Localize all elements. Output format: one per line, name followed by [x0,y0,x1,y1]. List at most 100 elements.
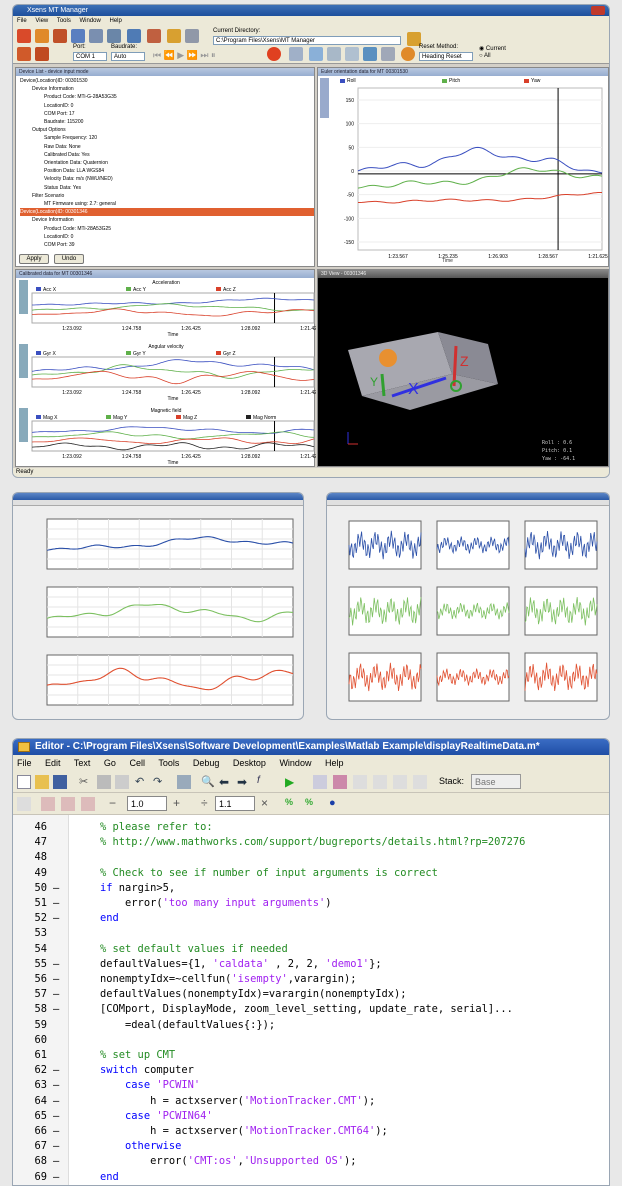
eval-cell-icon[interactable] [41,797,55,811]
breakpoint-icon[interactable] [313,775,327,789]
tree-item[interactable]: Raw Data: None [20,143,314,151]
new-file-icon[interactable] [17,775,31,789]
tree-item[interactable]: Device Information [20,85,314,93]
eval-advance-icon[interactable] [61,797,75,811]
apply-button[interactable]: Apply [19,254,49,264]
radio-current[interactable]: ◉ Current [479,45,506,52]
find-icon[interactable]: 🔍 [201,775,215,789]
breakpoint-marker[interactable]: – [53,1169,59,1185]
copy-icon[interactable] [97,775,111,789]
eval-file-icon[interactable] [81,797,95,811]
tree-item[interactable]: Calibrated Data: Yes [20,151,314,159]
menu-tools[interactable]: Tools [57,18,71,24]
tree-item[interactable]: Device(Location)ID: 00301346 [20,208,314,217]
menu-window[interactable]: Window [279,758,311,768]
stack-select[interactable]: Base [471,774,521,789]
menu-go[interactable]: Go [104,758,116,768]
tree-item[interactable]: Device Information [20,216,314,224]
undo-icon[interactable]: ↶ [135,775,149,789]
comment-icon[interactable]: % [285,797,299,811]
code-area[interactable]: 46 % please refer to: 47 % http://www.mat… [13,815,609,1185]
save-icon[interactable] [53,775,67,789]
tree-item[interactable]: LocationID: 0 [20,233,314,241]
reset-method-select[interactable]: Heading Reset [419,52,473,61]
tree-item[interactable]: Velocity Data: m/s (NWU/NED) [20,175,314,183]
tree-item[interactable]: MT Firmware using: 2.7: general [20,200,314,208]
forward-icon[interactable]: ➡ [237,775,251,789]
tree-item[interactable]: Filter Scenario [20,192,314,200]
cut-icon[interactable]: ✂ [79,775,93,789]
function-icon[interactable]: f [257,775,271,789]
tree-item[interactable]: Status Data: Yes [20,184,314,192]
step-in-icon[interactable] [373,775,387,789]
multiply-value-field[interactable]: 1.1 [215,796,255,811]
radio-all[interactable]: ○ All [479,53,491,59]
step-out-icon[interactable] [393,775,407,789]
baudrate-select[interactable]: Auto [111,52,145,61]
export-icon[interactable] [127,29,141,43]
open-file-icon[interactable] [17,29,31,43]
increment-button[interactable]: + [173,796,180,810]
tree-item[interactable]: COM Port: 17 [20,110,314,118]
menu-desktop[interactable]: Desktop [233,758,266,768]
connect-icon[interactable] [35,47,49,61]
menu-debug[interactable]: Debug [193,758,220,768]
scan-icon[interactable] [17,47,31,61]
tree-item[interactable]: Product Code: MTi-28A53G25 [20,225,314,233]
decrement-button[interactable]: − [109,796,116,810]
menu-cell[interactable]: Cell [129,758,145,768]
code-text[interactable]: end [75,1169,119,1185]
device-tree[interactable]: Device(Location)ID: 00301530 Device Infor… [16,76,314,247]
pen-icon[interactable] [53,29,67,43]
tree-item[interactable]: Device(Location)ID: 00301530 [20,77,314,85]
figure-toolbar[interactable] [13,500,303,506]
print-icon[interactable] [177,775,191,789]
undo-button[interactable]: Undo [54,254,84,264]
cut-icon[interactable] [147,29,161,43]
record-icon[interactable] [35,29,49,43]
menu-text[interactable]: Text [74,758,91,768]
chart-icon[interactable] [327,47,341,61]
menu-window[interactable]: Window [80,18,101,24]
gps-icon[interactable] [289,47,303,61]
menu-view[interactable]: View [35,18,48,24]
tree-item[interactable]: Position Data: LLA WGS84 [20,167,314,175]
folder-icon[interactable] [167,29,181,43]
uncomment-icon[interactable]: % [305,797,319,811]
increment-value-field[interactable]: 1.0 [127,796,167,811]
reset-icon[interactable] [401,47,415,61]
cell-mode-icon[interactable] [17,797,31,811]
divide-button[interactable]: ÷ [201,796,208,810]
clear-breakpoints-icon[interactable] [333,775,347,789]
paste-icon[interactable] [115,775,129,789]
code-line[interactable]: 69– end [13,1169,609,1185]
close-button[interactable] [591,6,605,15]
figure-toolbar[interactable] [327,500,609,506]
open-file-icon[interactable] [35,775,49,789]
3d-view-icon[interactable] [363,47,377,61]
settings-icon[interactable] [89,29,103,43]
menu-help[interactable]: Help [110,18,122,24]
tree-item[interactable]: COM Port: 39 [20,241,314,247]
device-icon[interactable] [71,29,85,43]
menu-file[interactable]: File [17,758,32,768]
run-icon[interactable]: ▶ [285,775,299,789]
tree-item[interactable]: Product Code: MTi-G-28A53G35 [20,93,314,101]
menu-help[interactable]: Help [325,758,344,768]
menu-tools[interactable]: Tools [158,758,179,768]
compass-icon[interactable] [381,47,395,61]
step-icon[interactable] [353,775,367,789]
tree-item[interactable]: Output Options [20,126,314,134]
gear-icon[interactable] [107,29,121,43]
arrow-right-icon[interactable] [309,47,323,61]
folder-open-icon[interactable] [185,29,199,43]
port-select[interactable]: COM 1 [73,52,107,61]
menu-edit[interactable]: Edit [45,758,61,768]
record-button-icon[interactable] [267,47,281,61]
redo-icon[interactable]: ↷ [153,775,167,789]
menu-file[interactable]: File [17,18,27,24]
table-icon[interactable] [345,47,359,61]
exit-debug-icon[interactable] [413,775,427,789]
help-icon[interactable]: ● [329,797,343,811]
tree-item[interactable]: Orientation Data: Quaternion [20,159,314,167]
